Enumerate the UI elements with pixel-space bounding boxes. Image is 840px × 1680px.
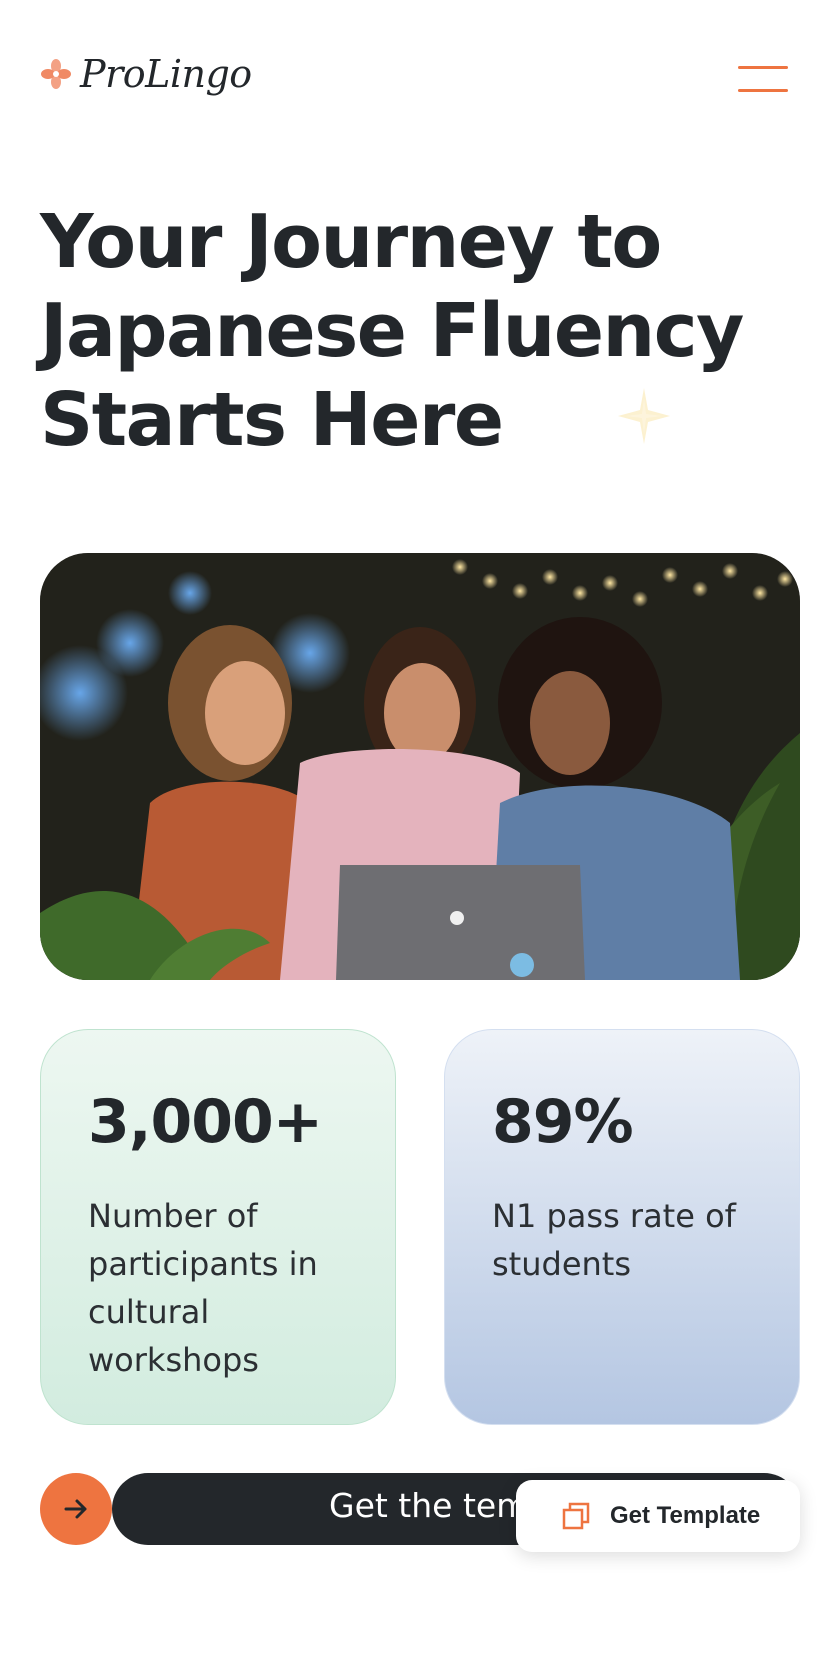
hero-title-line: Japanese Fluency xyxy=(40,288,744,374)
arrow-right-icon xyxy=(64,1499,87,1519)
get-template-button[interactable]: Get Template xyxy=(516,1480,800,1552)
logo[interactable]: ProLingo xyxy=(40,52,252,96)
sparkle-icon xyxy=(618,388,670,444)
stat-description-line: students xyxy=(492,1245,631,1283)
hamburger-menu-icon[interactable] xyxy=(738,56,788,92)
stat-card-pass-rate: 89% N1 pass rate of students xyxy=(444,1029,800,1425)
site-header: ProLingo xyxy=(40,48,788,104)
stat-value: 3,000+ xyxy=(88,1087,323,1157)
hero-title-line: Your Journey to xyxy=(40,199,662,285)
stat-description-line: N1 pass rate of xyxy=(492,1197,736,1235)
stat-card-participants: 3,000+ Number of participants in cultura… xyxy=(40,1029,396,1425)
cta-arrow-button[interactable] xyxy=(40,1473,112,1545)
hero-image xyxy=(40,553,800,980)
stat-description: N1 pass rate of students xyxy=(492,1192,753,1288)
copy-icon xyxy=(562,1502,590,1530)
get-template-label: Get Template xyxy=(610,1502,761,1529)
flower-icon xyxy=(41,59,71,89)
stat-description-line: Number of xyxy=(88,1197,258,1235)
stat-description-line: workshops xyxy=(88,1341,259,1379)
stat-description: Number of participants in cultural works… xyxy=(88,1192,349,1384)
logo-text: ProLingo xyxy=(80,52,252,96)
stat-description-line: participants in xyxy=(88,1245,318,1283)
stat-description-line: cultural xyxy=(88,1293,210,1331)
stat-value: 89% xyxy=(492,1087,634,1157)
hero-title-line: Starts Here xyxy=(40,377,504,463)
